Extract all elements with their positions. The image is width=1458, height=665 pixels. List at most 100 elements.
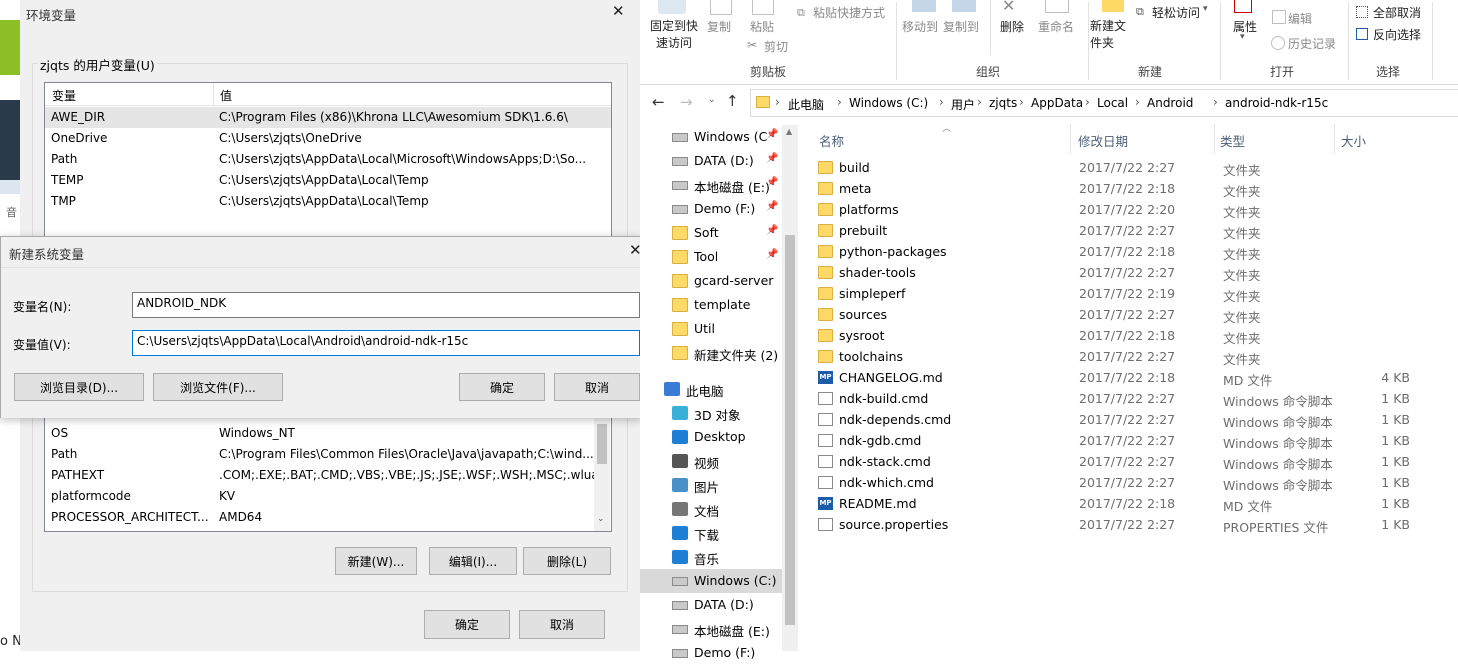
table-row[interactable]: OS Windows_NT xyxy=(45,423,593,444)
file-row[interactable]: python-packages 2017/7/22 2:18 文件夹 xyxy=(812,242,1412,263)
variable-value-field[interactable]: C:\Users\zjqts\AppData\Local\Android\and… xyxy=(132,330,640,356)
nav-item[interactable]: template xyxy=(640,293,790,317)
breadcrumb-item[interactable]: AppData xyxy=(1031,96,1083,110)
scrollbar-thumb[interactable] xyxy=(785,235,795,625)
nav-item[interactable]: DATA (D:) 📌 xyxy=(640,149,790,173)
ok-button[interactable]: 确定 xyxy=(459,373,545,401)
select-none-button[interactable]: 全部取消 xyxy=(1373,4,1421,21)
easy-access-button[interactable]: 轻松访问 xyxy=(1152,4,1200,21)
up-arrow-icon[interactable]: ↑ xyxy=(726,92,739,110)
file-row[interactable]: ndk-depends.cmd 2017/7/22 2:27 Windows 命令脚… xyxy=(812,410,1412,431)
chevron-up-icon[interactable]: ▲ xyxy=(786,127,792,136)
chevron-down-icon[interactable]: ⌄ xyxy=(597,514,605,524)
file-row[interactable]: MP CHANGELOG.md 2017/7/22 2:18 MD 文件 4 KB xyxy=(812,368,1412,389)
column-header-size[interactable]: 大小 xyxy=(1341,131,1366,150)
scrollbar-thumb[interactable] xyxy=(597,424,607,464)
nav-item[interactable]: Desktop xyxy=(640,425,790,449)
cut-button[interactable]: 剪切 xyxy=(764,38,788,55)
delete-button[interactable]: 删除 xyxy=(1000,18,1024,35)
cancel-button[interactable]: 取消 xyxy=(519,610,605,639)
file-row[interactable]: ndk-gdb.cmd 2017/7/22 2:27 Windows 命令脚本 1 K… xyxy=(812,431,1412,452)
file-row[interactable]: source.properties 2017/7/22 2:27 PROPERTIE… xyxy=(812,515,1412,536)
breadcrumb-item[interactable]: android-ndk-r15c xyxy=(1225,96,1328,110)
column-header-name[interactable]: 名称 xyxy=(819,131,844,150)
new-folder-button[interactable]: 新建文件夹 xyxy=(1090,18,1126,52)
browse-file-button[interactable]: 浏览文件(F)... xyxy=(153,373,283,401)
edit-button[interactable]: 编辑 xyxy=(1288,10,1312,27)
breadcrumb-separator-icon[interactable]: › xyxy=(1135,95,1140,109)
nav-item[interactable]: 本地磁盘 (E:) xyxy=(640,617,790,641)
nav-item[interactable]: 下载 xyxy=(640,521,790,545)
column-header-type[interactable]: 类型 xyxy=(1220,131,1245,150)
edit-system-variable-button[interactable]: 编辑(I)... xyxy=(429,547,517,575)
column-header-variable[interactable]: 变量 xyxy=(52,87,76,104)
table-row[interactable]: Path C:\Users\zjqts\AppData\Local\Microso… xyxy=(45,149,611,170)
nav-item[interactable]: Demo (F:) 📌 xyxy=(640,197,790,221)
breadcrumb-item[interactable]: Windows (C:) xyxy=(849,96,928,110)
delete-system-variable-button[interactable]: 删除(L) xyxy=(523,547,611,575)
properties-button[interactable]: 属性 xyxy=(1233,18,1257,35)
file-row[interactable]: sysroot 2017/7/22 2:18 文件夹 xyxy=(812,326,1412,347)
copy-to-button[interactable]: 复制到 xyxy=(943,18,979,35)
pin-quick-access-button[interactable]: 固定到快速访问 xyxy=(649,18,699,52)
invert-selection-button[interactable]: 反向选择 xyxy=(1373,26,1421,43)
navigation-scrollbar[interactable]: ▲ xyxy=(782,125,798,651)
copy-button[interactable]: 复制 xyxy=(707,18,731,35)
nav-item[interactable]: Util xyxy=(640,317,790,341)
breadcrumb-item[interactable]: 用户 xyxy=(951,96,975,113)
variable-name-field[interactable]: ANDROID_NDK xyxy=(132,292,640,318)
nav-item[interactable]: 本地磁盘 (E:) 📌 xyxy=(640,173,790,197)
rename-button[interactable]: 重命名 xyxy=(1038,18,1074,35)
breadcrumb-separator-icon[interactable]: › xyxy=(977,95,982,109)
breadcrumb-item[interactable]: zjqts xyxy=(989,96,1017,110)
breadcrumb-item[interactable]: Android xyxy=(1147,96,1193,110)
move-to-button[interactable]: 移动到 xyxy=(902,18,938,35)
close-icon[interactable]: ✕ xyxy=(612,2,625,20)
nav-item[interactable]: Demo (F:) xyxy=(640,641,790,665)
scrollbar[interactable]: ⌄ xyxy=(594,406,610,531)
breadcrumb-separator-icon[interactable]: › xyxy=(837,95,842,109)
chevron-down-icon[interactable]: ▾ xyxy=(1203,4,1208,14)
breadcrumb-separator-icon[interactable]: › xyxy=(1213,95,1218,109)
table-row[interactable]: TEMP C:\Users\zjqts\AppData\Local\Temp xyxy=(45,170,611,191)
breadcrumb-item[interactable]: 此电脑 xyxy=(788,96,824,113)
user-variables-list[interactable]: 变量 值 AWE_DIR C:\Program Files (x86)\Khron… xyxy=(44,82,612,244)
nav-item[interactable]: DATA (D:) xyxy=(640,593,790,617)
table-row[interactable]: PATHEXT .COM;.EXE;.BAT;.CMD;.VBS;.VBE;.JS… xyxy=(45,465,599,486)
forward-arrow-icon[interactable]: → xyxy=(680,93,693,111)
file-row[interactable]: prebuilt 2017/7/22 2:27 文件夹 xyxy=(812,221,1412,242)
nav-item[interactable]: 音乐 xyxy=(640,545,790,569)
file-row[interactable]: toolchains 2017/7/22 2:27 文件夹 xyxy=(812,347,1412,368)
column-divider[interactable] xyxy=(1070,124,1071,154)
nav-item[interactable]: Windows (C 📌 xyxy=(640,125,790,149)
file-row[interactable]: sources 2017/7/22 2:27 文件夹 xyxy=(812,305,1412,326)
nav-item[interactable]: gcard-server xyxy=(640,269,790,293)
address-bar[interactable]: › 此电脑 › Windows (C:) › 用户 › zjqts › AppData › Loca… xyxy=(750,89,1458,117)
column-header-value[interactable]: 值 xyxy=(220,87,232,104)
file-row[interactable]: shader-tools 2017/7/22 2:27 文件夹 xyxy=(812,263,1412,284)
file-row[interactable]: platforms 2017/7/22 2:20 文件夹 xyxy=(812,200,1412,221)
paste-button[interactable]: 粘贴 xyxy=(750,18,774,35)
back-arrow-icon[interactable]: ← xyxy=(652,93,665,111)
nav-item[interactable]: Windows (C:) xyxy=(640,569,790,593)
nav-item[interactable]: 3D 对象 xyxy=(640,401,790,425)
system-variables-list[interactable]: OS Windows_NT Path C:\Program Files\Common … xyxy=(44,405,612,532)
table-row[interactable]: PROCESSOR_ARCHITECT... AMD64 xyxy=(45,507,593,528)
file-row[interactable]: ndk-stack.cmd 2017/7/22 2:27 Windows 命令脚本 1… xyxy=(812,452,1412,473)
paste-shortcut-button[interactable]: 粘贴快捷方式 xyxy=(813,4,885,21)
recent-locations-chevron-icon[interactable]: ⌄ xyxy=(708,95,716,105)
nav-item[interactable]: 图片 xyxy=(640,473,790,497)
table-row[interactable]: Path C:\Program Files\Common Files\Oracle… xyxy=(45,444,594,465)
cancel-button[interactable]: 取消 xyxy=(554,373,640,401)
nav-item[interactable]: 文档 xyxy=(640,497,790,521)
nav-item[interactable]: 视频 xyxy=(640,449,790,473)
breadcrumb-separator-icon[interactable]: › xyxy=(1085,95,1090,109)
table-row[interactable]: TMP C:\Users\zjqts\AppData\Local\Temp xyxy=(45,191,611,212)
chevron-down-icon[interactable]: ▾ xyxy=(1240,32,1245,42)
column-divider[interactable] xyxy=(1334,124,1335,154)
nav-item[interactable]: Soft 📌 xyxy=(640,221,790,245)
browse-directory-button[interactable]: 浏览目录(D)... xyxy=(14,373,144,401)
column-header-date[interactable]: 修改日期 xyxy=(1078,131,1128,150)
file-row[interactable]: simpleperf 2017/7/22 2:19 文件夹 xyxy=(812,284,1412,305)
file-row[interactable]: ndk-build.cmd 2017/7/22 2:27 Windows 命令脚本 1… xyxy=(812,389,1412,410)
